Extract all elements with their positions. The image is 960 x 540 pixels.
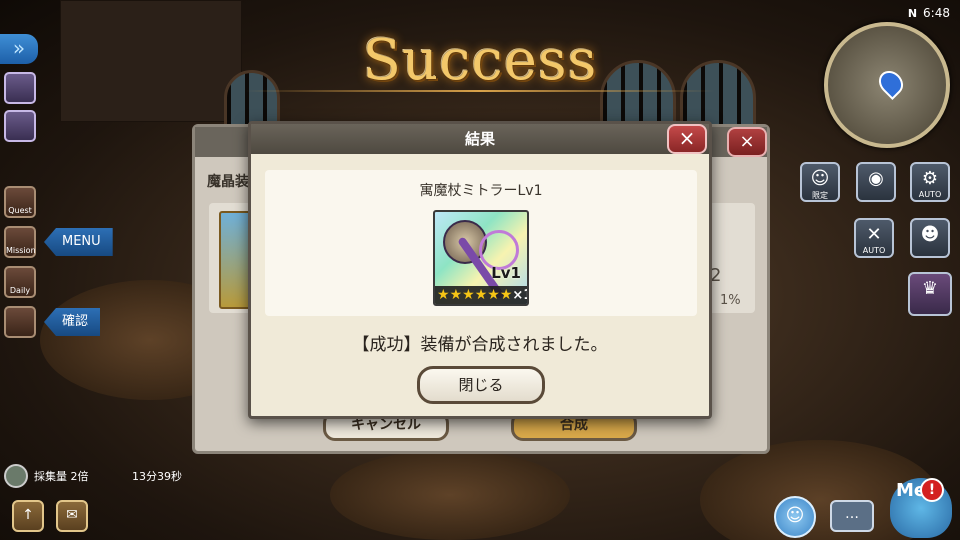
party-icon: ☻ — [920, 224, 940, 245]
background-table — [330, 450, 570, 540]
result-message: 【成功】装備が合成されました。 — [352, 335, 608, 355]
map-button[interactable] — [4, 110, 36, 142]
close-button[interactable]: 閉じる — [417, 366, 545, 404]
item-result-box: 寓魔杖ミトラーLv1 Lv1 ★ ★ ★ ★ ★ ★ ×1 — [265, 170, 697, 316]
portrait-icon: ♛ — [921, 278, 939, 299]
party-button[interactable]: ☻ — [910, 218, 950, 258]
banner-underline — [245, 90, 715, 92]
chat-button[interactable]: … — [830, 500, 874, 532]
auto-battle-button[interactable]: ⚙ AUTO — [910, 162, 950, 202]
limited-button[interactable]: ☺ 限定 — [800, 162, 840, 202]
bonus-timer: 13分39秒 — [132, 470, 182, 483]
star-icon: ★ — [437, 287, 450, 303]
item-name: 寓魔杖ミトラーLv1 — [419, 183, 543, 199]
mission-label: Mission — [6, 246, 36, 255]
mission-button[interactable]: Mission — [4, 226, 36, 258]
figure-icon: ☺ — [810, 168, 830, 189]
quest-label: Quest — [8, 206, 32, 215]
robot-icon: ⚙ — [921, 168, 939, 189]
upload-button[interactable]: ↑ — [12, 500, 44, 532]
star-icon: ★ — [474, 287, 488, 303]
camera-icon: ◉ — [868, 168, 884, 189]
synthesis-section-title: 魔晶装 — [207, 174, 249, 190]
item-quantity: ×1 — [512, 287, 527, 303]
close-icon: × — [739, 131, 755, 152]
star-icon: ★ — [499, 287, 513, 303]
chat-icon: … — [845, 506, 859, 522]
rarity-stars: ★ ★ ★ ★ ★ ★ ×1 — [435, 286, 527, 304]
clock: 6:48 — [923, 6, 950, 20]
network-icon: N — [907, 6, 918, 20]
star-icon: ★ — [462, 287, 475, 303]
dialog-title: 結果 — [251, 124, 709, 154]
daily-label: Daily — [9, 286, 31, 295]
daily-button[interactable]: Daily — [4, 266, 36, 298]
star-icon: ★ — [487, 287, 500, 303]
item-icon[interactable]: Lv1 ★ ★ ★ ★ ★ ★ ×1 — [433, 210, 529, 306]
success-banner: Success — [362, 28, 598, 93]
synthesis-rate: 1% — [720, 293, 741, 308]
limited-label: 限定 — [812, 191, 828, 200]
smile-icon: ☺ — [785, 505, 805, 526]
handshake-button[interactable] — [4, 306, 36, 338]
mascot-menu-button[interactable]: Me ! — [890, 478, 952, 538]
menu-button[interactable]: MENU — [44, 228, 113, 256]
auto-skill-label: AUTO — [862, 246, 886, 255]
star-icon: ★ — [449, 287, 463, 303]
gather-label: 採集量 2倍 — [34, 470, 89, 483]
sword-icon: ✕ — [866, 224, 882, 245]
gather-icon — [4, 464, 28, 488]
dialog-close-button[interactable]: × — [667, 124, 707, 154]
gift-button[interactable]: ✉ — [56, 500, 88, 532]
status-bar: N 6:48 — [908, 6, 950, 20]
quest-button[interactable]: Quest — [4, 186, 36, 218]
gather-bonus: 採集量 2倍 — [4, 464, 89, 488]
auto-skill-button[interactable]: ✕ AUTO — [854, 218, 894, 258]
camera-button[interactable]: ◉ — [856, 162, 896, 202]
gift-icon: ✉ — [66, 507, 78, 523]
synthesis-close-button[interactable]: × — [727, 127, 767, 157]
alert-badge: ! — [920, 478, 944, 502]
emote-button[interactable]: ☺ — [774, 496, 816, 538]
character-portrait[interactable]: ♛ — [908, 272, 952, 316]
confirm-button[interactable]: 確認 — [44, 308, 101, 336]
auto-label: AUTO — [918, 190, 942, 199]
close-icon: × — [678, 126, 696, 150]
item-level-badge: Lv1 — [491, 264, 521, 282]
upload-icon: ↑ — [22, 507, 34, 523]
result-dialog: 結果 × 寓魔杖ミトラーLv1 Lv1 ★ ★ ★ ★ ★ ★ ×1 【成功】装… — [248, 121, 712, 419]
